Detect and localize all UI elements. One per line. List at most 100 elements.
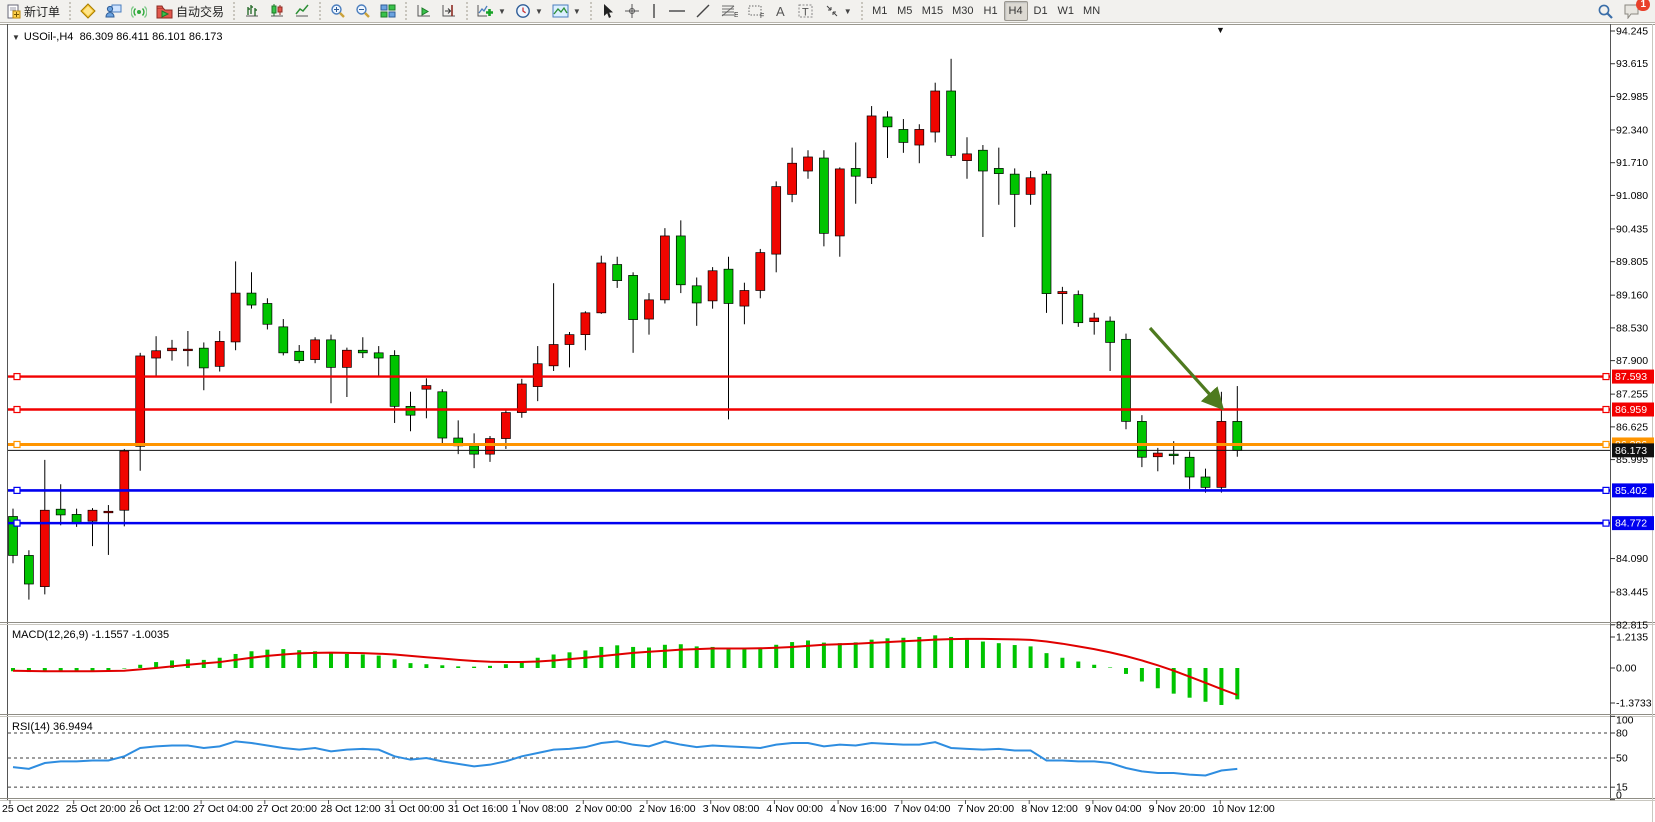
- auto-trading-icon: [156, 4, 173, 19]
- signals-button[interactable]: [127, 1, 151, 21]
- price-line[interactable]: [8, 441, 1610, 447]
- fibonacci-icon: E: [720, 3, 738, 19]
- toolbar-separator: [317, 2, 323, 20]
- dropdown-caret-icon: ▼: [573, 7, 581, 16]
- candle: [867, 106, 876, 184]
- svg-text:86.959: 86.959: [1615, 404, 1647, 416]
- text-button[interactable]: A: [770, 1, 792, 21]
- candle: [788, 148, 797, 203]
- candle: [183, 331, 192, 366]
- candle: [899, 119, 908, 153]
- cursor-button[interactable]: [597, 1, 619, 21]
- chart-shift-icon: [441, 3, 457, 19]
- trend-arrow-annotation[interactable]: [1150, 328, 1222, 408]
- candle: [1233, 386, 1242, 457]
- legend-ohlc: 86.309 86.411 86.101 86.173: [80, 31, 223, 43]
- time-axis-label: 2 Nov 00:00: [575, 803, 632, 815]
- price-line[interactable]: [8, 520, 1610, 526]
- candle: [342, 348, 351, 397]
- chart-canvas[interactable]: 94.24593.61592.98592.34091.71091.08090.4…: [0, 24, 1655, 822]
- zoom-in-button[interactable]: [326, 1, 350, 21]
- price-axis-label: 86.625: [1616, 421, 1648, 433]
- tile-windows-button[interactable]: [376, 1, 400, 21]
- zoom-out-button[interactable]: [351, 1, 375, 21]
- chart-line-button[interactable]: [290, 1, 314, 21]
- notification-badge: 1: [1636, 0, 1650, 11]
- quotes-button[interactable]: [76, 1, 100, 21]
- periods-button[interactable]: ▼: [511, 1, 547, 21]
- auto-scroll-icon: [416, 3, 432, 19]
- timeframe-w1-button[interactable]: W1: [1054, 1, 1079, 21]
- timeframe-m1-button[interactable]: M1: [868, 1, 892, 21]
- trendline-button[interactable]: [691, 1, 715, 21]
- new-order-button[interactable]: 新订单: [2, 1, 64, 21]
- candle: [1026, 171, 1035, 205]
- time-axis-label: 31 Oct 16:00: [448, 803, 508, 815]
- rsi-axis-label: 50: [1616, 753, 1628, 765]
- macd-axis-label: 1.2135: [1616, 632, 1648, 644]
- search-button[interactable]: [1593, 1, 1618, 21]
- time-axis-label: 4 Nov 16:00: [830, 803, 887, 815]
- candle: [327, 335, 336, 404]
- text-label-button[interactable]: T: [793, 1, 819, 21]
- crosshair-button[interactable]: [620, 1, 644, 21]
- timeframe-mn-button[interactable]: MN: [1079, 1, 1104, 21]
- rsi-axis-label: 100: [1616, 715, 1634, 727]
- candle: [152, 336, 161, 377]
- rsi-axis-label: 80: [1616, 728, 1628, 740]
- candle: [978, 145, 987, 237]
- shapes-button[interactable]: ▼: [820, 1, 856, 21]
- candle: [24, 550, 33, 599]
- time-axis-label: 10 Nov 12:00: [1212, 803, 1275, 815]
- fibo-expansion-button[interactable]: F: [743, 1, 769, 21]
- templates-button[interactable]: ▼: [548, 1, 585, 21]
- legend-collapse-icon[interactable]: ▼: [12, 33, 20, 42]
- candle: [120, 449, 129, 526]
- auto-trading-button[interactable]: 自动交易: [152, 1, 228, 21]
- horizontal-line-button[interactable]: [664, 1, 690, 21]
- svg-text:85.402: 85.402: [1615, 485, 1647, 497]
- indicators-button[interactable]: ▼: [473, 1, 510, 21]
- crosshair-icon: [624, 3, 640, 19]
- tile-windows-icon: [380, 3, 396, 19]
- timeframe-h4-button[interactable]: H4: [1004, 1, 1028, 21]
- svg-text:A: A: [776, 4, 785, 19]
- person-icon: [105, 3, 122, 19]
- vertical-line-button[interactable]: [645, 1, 663, 21]
- time-axis-label: 28 Oct 12:00: [321, 803, 381, 815]
- chart-window[interactable]: 94.24593.61592.98592.34091.71091.08090.4…: [0, 24, 1655, 822]
- time-axis-label: 7 Nov 20:00: [958, 803, 1015, 815]
- auto-scroll-button[interactable]: [412, 1, 436, 21]
- timeframe-m30-button[interactable]: M30: [948, 1, 977, 21]
- fibonacci-button[interactable]: E: [716, 1, 742, 21]
- candle: [168, 340, 177, 361]
- chart-bars-button[interactable]: [240, 1, 264, 21]
- time-axis-label: 26 Oct 12:00: [129, 803, 189, 815]
- text-label-icon: T: [797, 3, 815, 19]
- price-line[interactable]: [8, 407, 1610, 413]
- price-line[interactable]: [8, 487, 1610, 493]
- price-axis-label: 93.615: [1616, 58, 1648, 70]
- candle: [533, 346, 542, 401]
- timeframe-h1-button[interactable]: H1: [979, 1, 1003, 21]
- diamond-icon: [80, 3, 96, 19]
- zoom-in-icon: [330, 3, 346, 19]
- timeframe-m15-button[interactable]: M15: [918, 1, 947, 21]
- search-icon: [1597, 3, 1614, 20]
- price-line[interactable]: [8, 374, 1610, 380]
- bar-chart-icon: [244, 3, 260, 19]
- accounts-button[interactable]: [101, 1, 126, 21]
- chart-shift-marker[interactable]: ▼: [1216, 25, 1225, 35]
- timeframe-d1-button[interactable]: D1: [1029, 1, 1053, 21]
- chart-candles-button[interactable]: [265, 1, 289, 21]
- chart-shift-button[interactable]: [437, 1, 461, 21]
- arrows-shape-icon: [824, 3, 840, 19]
- clock-icon: [515, 3, 531, 19]
- timeframe-m5-button[interactable]: M5: [893, 1, 917, 21]
- candle: [215, 331, 224, 372]
- candle: [565, 332, 574, 367]
- line-chart-icon: [294, 3, 310, 19]
- toolbar-separator: [588, 2, 594, 20]
- svg-text:87.593: 87.593: [1615, 371, 1647, 383]
- notifications-button[interactable]: 1: [1619, 1, 1645, 21]
